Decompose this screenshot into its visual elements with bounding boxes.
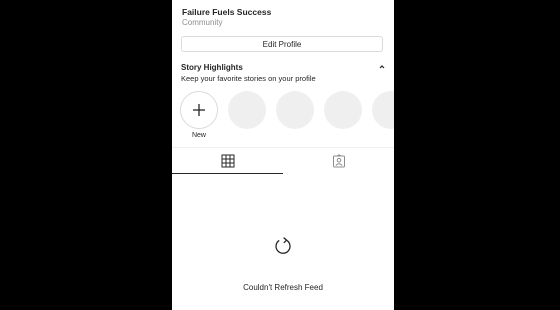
refresh-icon[interactable] bbox=[271, 234, 295, 258]
highlights-subtitle: Keep your favorite stories on your profi… bbox=[181, 74, 316, 83]
profile-name: Failure Fuels Success bbox=[182, 7, 272, 17]
highlight-placeholder bbox=[324, 91, 362, 129]
tab-grid[interactable] bbox=[172, 148, 283, 174]
profile-tabs bbox=[172, 147, 394, 174]
tagged-user-icon bbox=[332, 154, 345, 168]
profile-screen: Failure Fuels Success Community Edit Pro… bbox=[172, 0, 394, 310]
new-highlight-label: New bbox=[191, 132, 206, 139]
feed-error-message: Couldn't Refresh Feed bbox=[243, 283, 323, 292]
highlight-placeholder bbox=[372, 91, 394, 129]
highlight-placeholder bbox=[228, 91, 266, 129]
profile-category: Community bbox=[182, 18, 223, 27]
highlight-placeholder bbox=[276, 91, 314, 129]
edit-profile-label: Edit Profile bbox=[262, 39, 302, 49]
chevron-up-icon[interactable] bbox=[377, 62, 387, 72]
grid-icon bbox=[221, 154, 234, 167]
edit-profile-button[interactable]: Edit Profile bbox=[181, 36, 383, 52]
feed-error bbox=[172, 234, 394, 263]
new-highlight-button[interactable] bbox=[180, 91, 218, 129]
highlights-title: Story Highlights bbox=[181, 63, 243, 72]
plus-icon bbox=[193, 104, 205, 116]
tab-tagged[interactable] bbox=[283, 148, 394, 174]
